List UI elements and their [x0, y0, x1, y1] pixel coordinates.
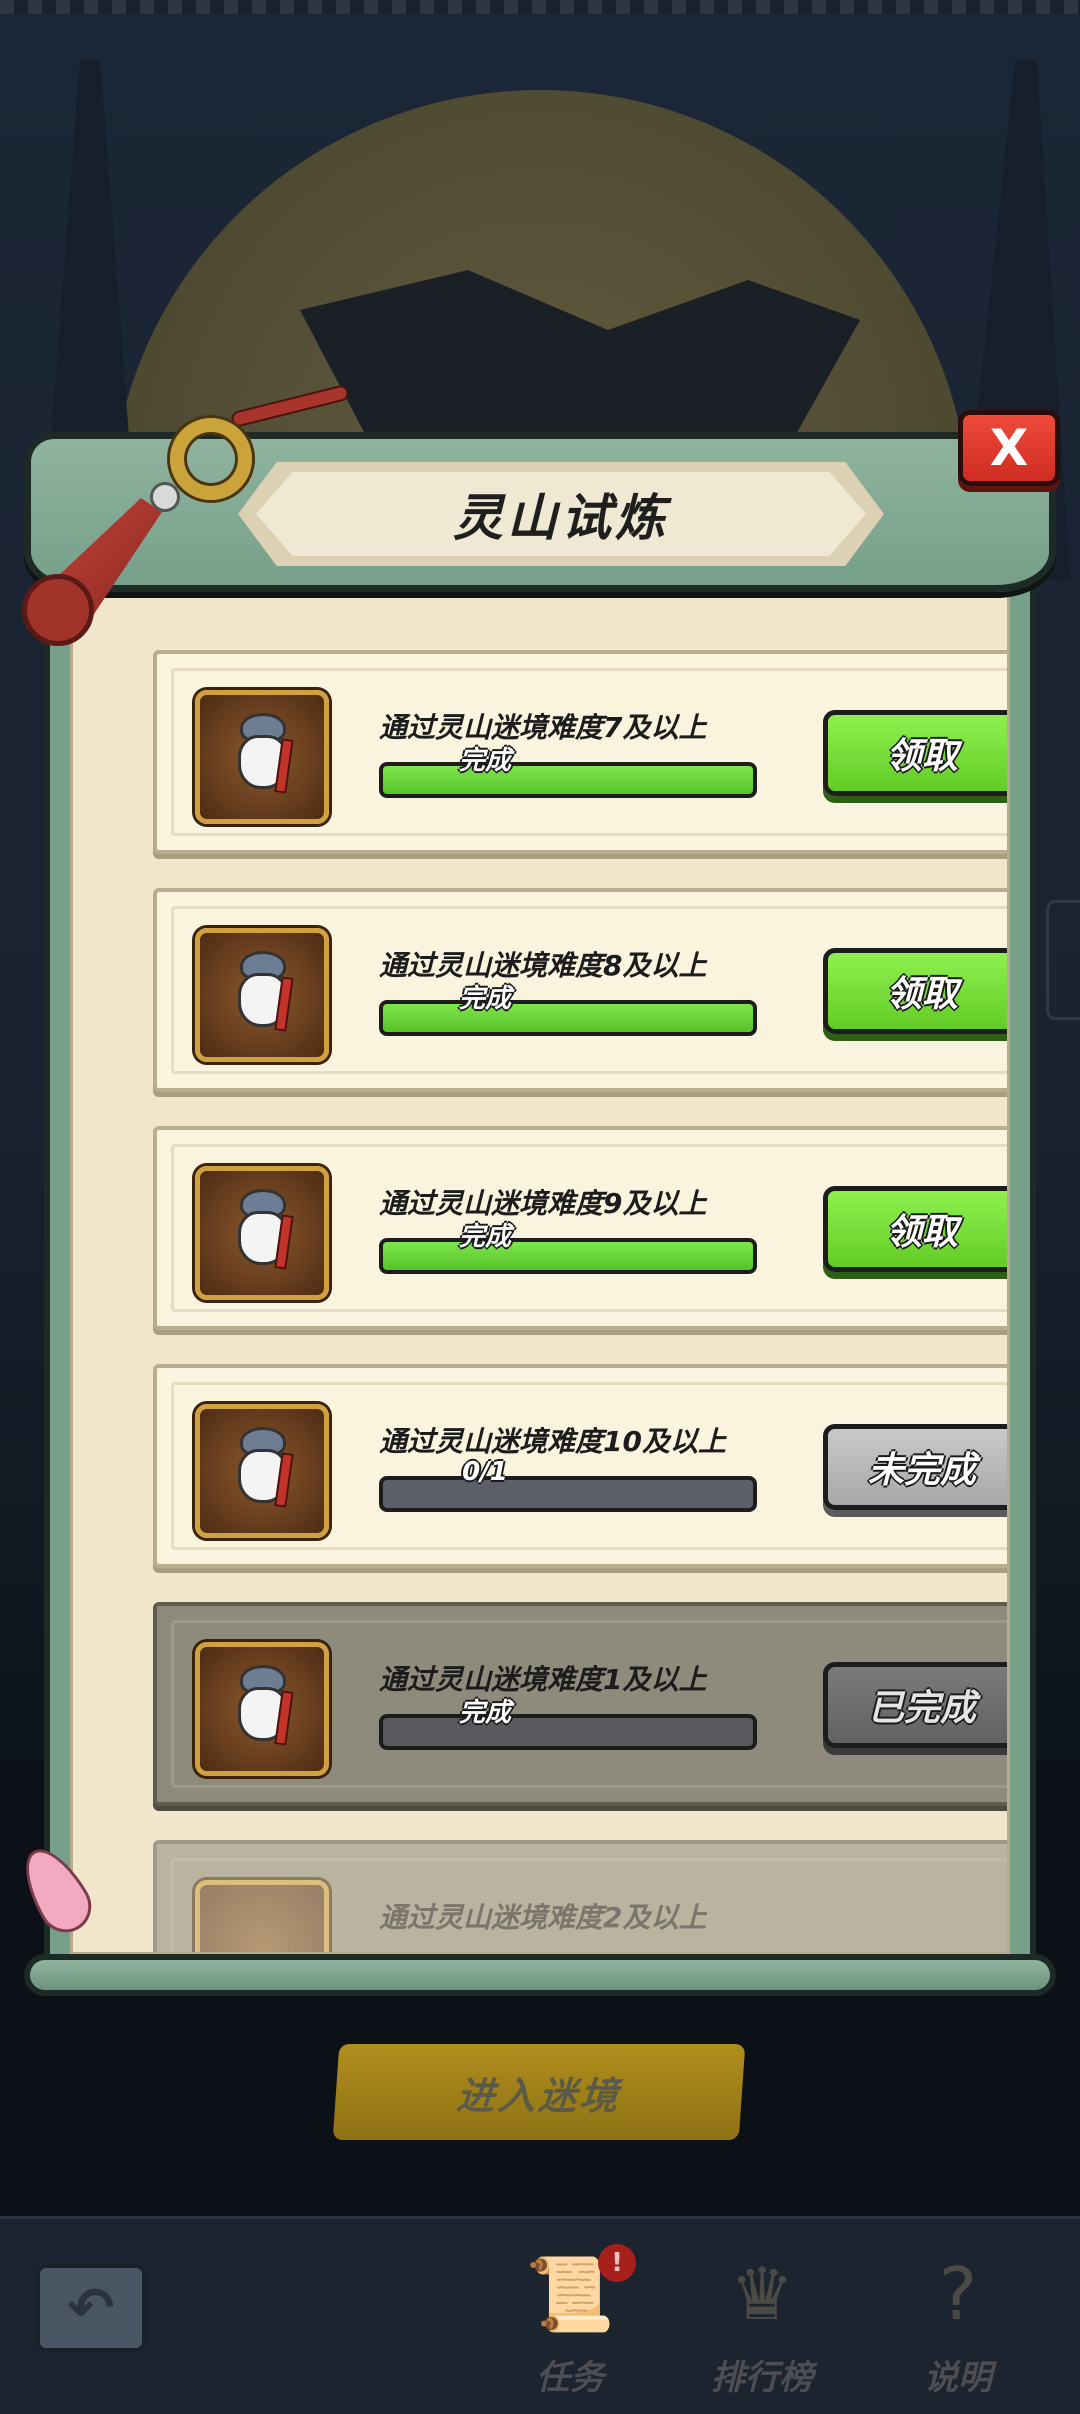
- claim-button[interactable]: 领取: [823, 710, 1007, 796]
- scroll-footer: [24, 1954, 1056, 1996]
- progress-text: 完成: [458, 983, 511, 1014]
- nav-label: 任务: [536, 2358, 604, 2398]
- enter-maze-button[interactable]: 进入迷境: [332, 2044, 746, 2140]
- task-description: 通过灵山迷境难度2及以上: [379, 1901, 707, 1934]
- nav-tasks[interactable]: 📜 ! 任务: [480, 2238, 660, 2408]
- nav-leaderboard[interactable]: ♛ 排行榜: [672, 2238, 852, 2408]
- side-tab: [1046, 900, 1080, 1020]
- background-border: [0, 0, 1080, 14]
- progress-text: 完成: [458, 1221, 511, 1252]
- podium-icon: ♛: [729, 2252, 795, 2336]
- progress-text: 0/1: [462, 1457, 508, 1487]
- incomplete-button[interactable]: 未完成: [823, 1424, 1007, 1510]
- coin-ring-icon: [170, 418, 252, 500]
- tassel-bead: [150, 482, 180, 512]
- close-button[interactable]: X: [958, 410, 1060, 486]
- task-list[interactable]: 通过灵山迷境难度7及以上 领取 通过灵山迷境难度8及以上 领取 通过灵山迷境难度…: [70, 585, 1010, 1955]
- panel-title: 灵山试炼: [453, 489, 669, 547]
- reward-bag-icon: [195, 1880, 329, 1952]
- completed-button[interactable]: 已完成: [823, 1662, 1007, 1748]
- nav-help[interactable]: ? 说明: [868, 2238, 1048, 2408]
- task-card-completed: 通过灵山迷境难度2及以上: [153, 1840, 1007, 1952]
- nav-label: 说明: [924, 2358, 992, 2398]
- progress-text: 完成: [458, 1697, 511, 1728]
- claim-button[interactable]: 领取: [823, 1186, 1007, 1272]
- back-arrow-icon[interactable]: ↶: [36, 2264, 146, 2352]
- help-card-icon: ?: [938, 2252, 978, 2336]
- progress-text: 完成: [458, 745, 511, 776]
- tassel-roll: [22, 574, 94, 646]
- nav-label: 排行榜: [711, 2358, 813, 2398]
- alert-badge: !: [598, 2244, 636, 2282]
- claim-button[interactable]: 领取: [823, 948, 1007, 1034]
